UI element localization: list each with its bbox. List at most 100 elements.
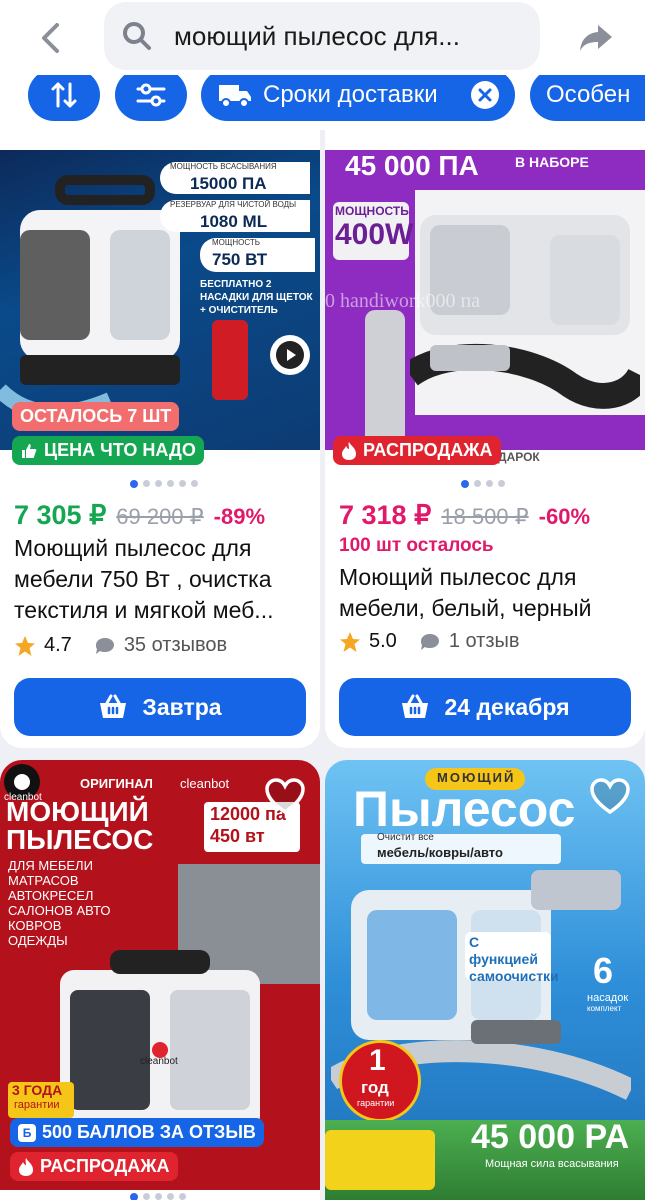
search-input[interactable]: моющий пылесос для... — [104, 2, 540, 70]
image-pagination — [130, 480, 198, 488]
uses-list: ДЛЯ МЕБЕЛИ МАТРАСОВ АВТОКРЕСЕЛ САЛОНОВ А… — [8, 858, 110, 948]
sliders-icon — [136, 83, 166, 107]
warranty-value: 3 ГОДА — [12, 1082, 63, 1098]
fire-icon — [342, 441, 356, 460]
reviews-count: 1 отзыв — [448, 630, 520, 652]
pressure-value: 45 000 PA — [471, 1118, 630, 1156]
product-card[interactable]: МОЮЩИЙ Пылесос Очистит все мебель/ковры/… — [325, 760, 645, 1200]
spec-label: МОЩНОСТЬ — [335, 204, 409, 218]
old-price: 18 500 ₽ — [441, 504, 529, 529]
favorite-button[interactable] — [589, 776, 631, 818]
delivery-date: 24 декабря — [444, 693, 570, 720]
bonus-text: БЕСПЛАТНО 2 НАСАДКИ ДЛЯ ЩЕТОК + ОЧИСТИТЕ… — [200, 279, 313, 316]
device-brand: cleanbot — [140, 1056, 178, 1067]
sale-badge: РАСПРОДАЖА — [333, 436, 501, 465]
use-item: МАТРАСОВ — [8, 873, 79, 888]
product-card[interactable]: 45 000 ПА В НАБОРЕ МОЩНОСТЬ 400W 000 han… — [325, 130, 645, 748]
close-icon — [478, 88, 492, 102]
top-bar: моющий пылесос для... — [0, 0, 645, 75]
warranty-sub: гарантии — [357, 1098, 395, 1108]
use-item: ОДЕЖДЫ — [8, 933, 68, 948]
spec-label: МОЩНОСТЬ — [212, 238, 261, 247]
product-title[interactable]: Моющий пылесос для мебели 750 Вт , очист… — [14, 533, 314, 626]
warranty-word: год — [361, 1078, 389, 1097]
play-video-button[interactable] — [270, 335, 310, 375]
use-item: КОВРОВ — [8, 918, 62, 933]
product-card[interactable]: МОЩНОСТЬ ВСАСЫВАНИЯ 15000 ПА РЕЗЕРВУАР Д… — [0, 130, 320, 748]
points-icon: Б — [18, 1123, 36, 1142]
comment-icon — [420, 633, 439, 650]
price-row: 7 318 ₽ 18 500 ₽ -60% — [339, 500, 590, 531]
clear-filter-button[interactable] — [471, 81, 499, 109]
comment-icon — [95, 637, 114, 654]
image-pagination — [130, 1193, 186, 1200]
spec-value: 400W — [335, 218, 414, 251]
chip-label: Сроки доставки — [263, 81, 438, 108]
search-icon — [123, 22, 151, 50]
heart-icon — [265, 778, 305, 815]
rating-value: 5.0 — [369, 630, 397, 652]
deal-badge: ЦЕНА ЧТО НАДО — [12, 436, 204, 465]
product-image[interactable]: 45 000 ПА В НАБОРЕ МОЩНОСТЬ 400W 000 han… — [325, 150, 645, 470]
filter-settings-chip[interactable] — [115, 75, 187, 121]
spec-value: 750 ВТ — [212, 250, 268, 269]
product-title[interactable]: Моющий пылесос для мебели, белый, черный — [339, 562, 639, 624]
price-row: 7 305 ₽ 69 200 ₽ -89% — [14, 500, 265, 531]
image-headline: Пылесос — [353, 781, 576, 837]
favorite-button[interactable] — [264, 776, 306, 818]
back-button[interactable] — [30, 18, 70, 58]
use-item: ДЛЯ МЕБЕЛИ — [8, 858, 93, 873]
price: 7 318 ₽ — [339, 500, 432, 530]
fire-icon — [19, 1157, 33, 1176]
spec-label: В НАБОРЕ — [515, 154, 589, 170]
watermark-text: 000 handiwork000 па — [325, 290, 481, 312]
sort-chip[interactable] — [28, 75, 100, 121]
stock-text: 100 шт осталось — [339, 535, 494, 556]
chip-label: Особен — [546, 81, 631, 108]
sale-badge-label: РАСПРОДАЖА — [40, 1156, 170, 1176]
discount: -89% — [213, 504, 266, 529]
spec-value: 1080 ML — [200, 212, 268, 231]
image-headline: МОЮЩИЙ ПЫЛЕСОС — [6, 796, 154, 855]
search-query: моющий пылесос для... — [174, 20, 460, 51]
price: 7 305 ₽ — [14, 500, 107, 530]
sort-icon — [51, 82, 77, 108]
share-icon — [580, 25, 612, 51]
points-badge-label: 500 БАЛЛОВ ЗА ОТЗЫВ — [42, 1122, 256, 1142]
self-clean-text: С функцией самоочистки — [469, 934, 559, 984]
product-image[interactable]: МОЮЩИЙ Пылесос Очистит все мебель/ковры/… — [325, 760, 645, 1200]
spec-value: 450 вт — [210, 826, 265, 846]
reviews-count: 35 отзывов — [123, 634, 228, 656]
star-icon — [340, 631, 360, 652]
use-item: АВТОКРЕСЕЛ — [8, 888, 94, 903]
original-label: ОРИГИНАЛ — [80, 776, 153, 791]
nozzles-label: насадок — [587, 992, 629, 1004]
play-icon — [276, 341, 304, 369]
nozzles-count: 6 — [593, 950, 614, 991]
rating-row: 5.0 1 отзыв — [339, 630, 520, 653]
brand-label: cleanbot — [180, 776, 230, 791]
spec-value: 45 000 ПА — [345, 150, 479, 181]
pressure-sub: Мощная сила всасывания — [485, 1158, 619, 1170]
share-button[interactable] — [574, 16, 618, 60]
delivery-filter-chip[interactable]: Сроки доставки — [201, 75, 515, 121]
stock-badge: ОСТАЛОСЬ 7 ШТ — [12, 402, 180, 431]
rating-value: 4.7 — [44, 634, 72, 656]
chevron-left-icon — [42, 23, 59, 53]
sale-badge: РАСПРОДАЖА — [10, 1152, 178, 1181]
add-to-cart-button[interactable]: 24 декабря — [339, 678, 631, 736]
basket-icon — [100, 694, 127, 718]
heart-icon — [590, 778, 630, 815]
product-card[interactable]: cleanbot ОРИГИНАЛ cleanbot МОЮЩИЙ ПЫЛЕСО… — [0, 760, 320, 1200]
filter-bar: Сроки доставки Особен — [0, 75, 645, 130]
rating-row: 4.7 35 отзывов — [14, 634, 227, 657]
features-filter-chip[interactable]: Особен — [530, 75, 645, 121]
cleans-value: мебель/ковры/авто — [377, 845, 503, 860]
thumbs-up-icon — [22, 443, 37, 458]
nozzles-sub: комплект — [587, 1004, 622, 1013]
add-to-cart-button[interactable]: Завтра — [14, 678, 306, 736]
cleans-label: Очистит все — [377, 832, 434, 843]
warranty-sub: гарантии — [14, 1099, 60, 1111]
delivery-date: Завтра — [142, 693, 222, 720]
vacuum-device-image — [410, 215, 640, 409]
